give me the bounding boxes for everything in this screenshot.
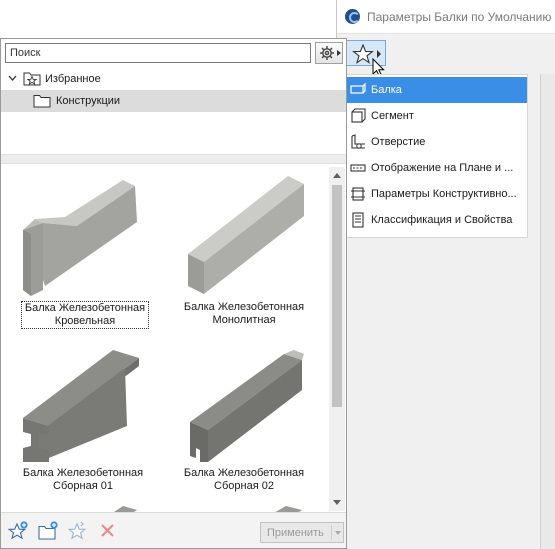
scroll-up-icon[interactable] [333,173,341,178]
gear-icon [320,46,334,60]
new-folder-button[interactable] [37,520,59,542]
beam-icon [350,82,366,94]
menu-item-structural[interactable]: Параметры Конструктивно... [345,181,527,207]
favorites-folder-icon [23,72,41,86]
add-favorite-button[interactable] [7,520,29,542]
delete-icon [101,524,114,537]
apply-button-separator [331,525,332,540]
beam-thumbnail-partial [114,506,137,512]
delete-favorite-button[interactable] [97,520,119,542]
beam-thumbnail-precast-01 [23,350,139,462]
floor-plan-icon [350,164,366,172]
favorite-item[interactable]: Балка Железобетонная Сборная 02 [164,332,324,502]
add-favorite-icon [7,521,28,540]
segment-icon [351,108,366,123]
favorite-item[interactable]: Балка Железобетонная Кровельная [3,166,163,336]
settings-pages-menu: Балка Сегмент Отверстие Отображение на П… [344,74,528,238]
favorite-item-caption: Балка Железобетонная Монолитная [183,301,305,326]
menu-item-beam[interactable]: Балка [345,77,527,103]
new-folder-icon [38,521,58,540]
vertical-scrollbar[interactable] [329,167,345,511]
scrollbar-thumb[interactable] [332,185,342,407]
star-icon [352,44,374,64]
search-input[interactable] [5,43,311,63]
favorites-palette: Избранное Конструкции Балка Железобетонн… [0,38,347,549]
structural-icon [351,187,365,201]
chevron-down-icon[interactable] [8,75,17,82]
menu-item-segment[interactable]: Сегмент [345,103,527,129]
archicad-app-icon [345,9,360,24]
chevron-down-icon[interactable] [335,531,341,535]
redefine-favorite-icon [67,521,87,540]
favorites-toolbar: Применить [1,512,346,548]
menu-item-hole[interactable]: Отверстие [345,129,527,155]
redefine-favorite-button[interactable] [67,520,89,542]
folder-icon [33,95,51,108]
menu-item-properties[interactable]: Классификация и Свойства [345,207,527,233]
tree-item-constructions[interactable]: Конструкции [1,90,346,112]
favorite-item-caption: Балка Железобетонная Сборная 01 [22,467,144,492]
beam-thumbnail-partial [275,506,302,512]
scroll-down-icon[interactable] [333,500,341,505]
tree-item-favorites[interactable]: Избранное [1,68,346,90]
hole-icon [351,134,365,149]
favorites-thumbnail-grid: Балка Железобетонная Кровельная Балка Же… [1,166,328,512]
favorite-item[interactable]: Балка Железобетонная Монолитная [164,166,324,336]
chevron-right-icon [377,50,381,58]
dialog-title: Параметры Балки по Умолчанию [367,10,552,24]
apply-button[interactable]: Применить [260,522,344,543]
favorite-item-caption: Балка Железобетонная Сборная 02 [183,467,305,492]
options-button[interactable] [315,42,343,64]
dialog-titlebar: Параметры Балки по Умолчанию [337,0,555,34]
favorite-item-caption: Балка Железобетонная Кровельная [21,301,149,329]
menu-item-floor-plan[interactable]: Отображение на Плане и ... [345,155,527,181]
beam-thumbnail-precast-02 [190,350,304,462]
dialog-side-strip [540,74,555,549]
beam-thumbnail-roof [23,180,137,296]
properties-icon [352,212,364,228]
favorite-item[interactable]: Балка Железобетонная Сборная 01 [3,332,163,502]
chevron-right-icon [337,50,341,56]
beam-thumbnail-monolithic [188,176,304,294]
pane-splitter[interactable] [1,154,346,164]
